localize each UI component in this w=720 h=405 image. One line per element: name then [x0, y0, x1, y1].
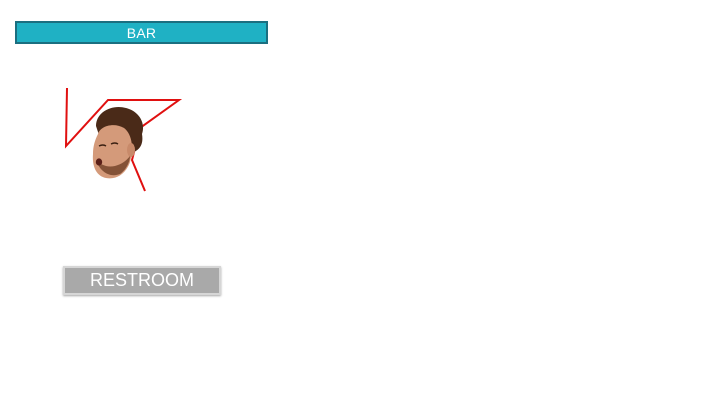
face-mouth — [95, 158, 103, 166]
slide-canvas: BAR RESTROOM — [0, 0, 720, 405]
route-diagram — [64, 87, 183, 192]
restroom-location-label: RESTROOM — [63, 266, 221, 295]
face-ear — [127, 143, 135, 157]
